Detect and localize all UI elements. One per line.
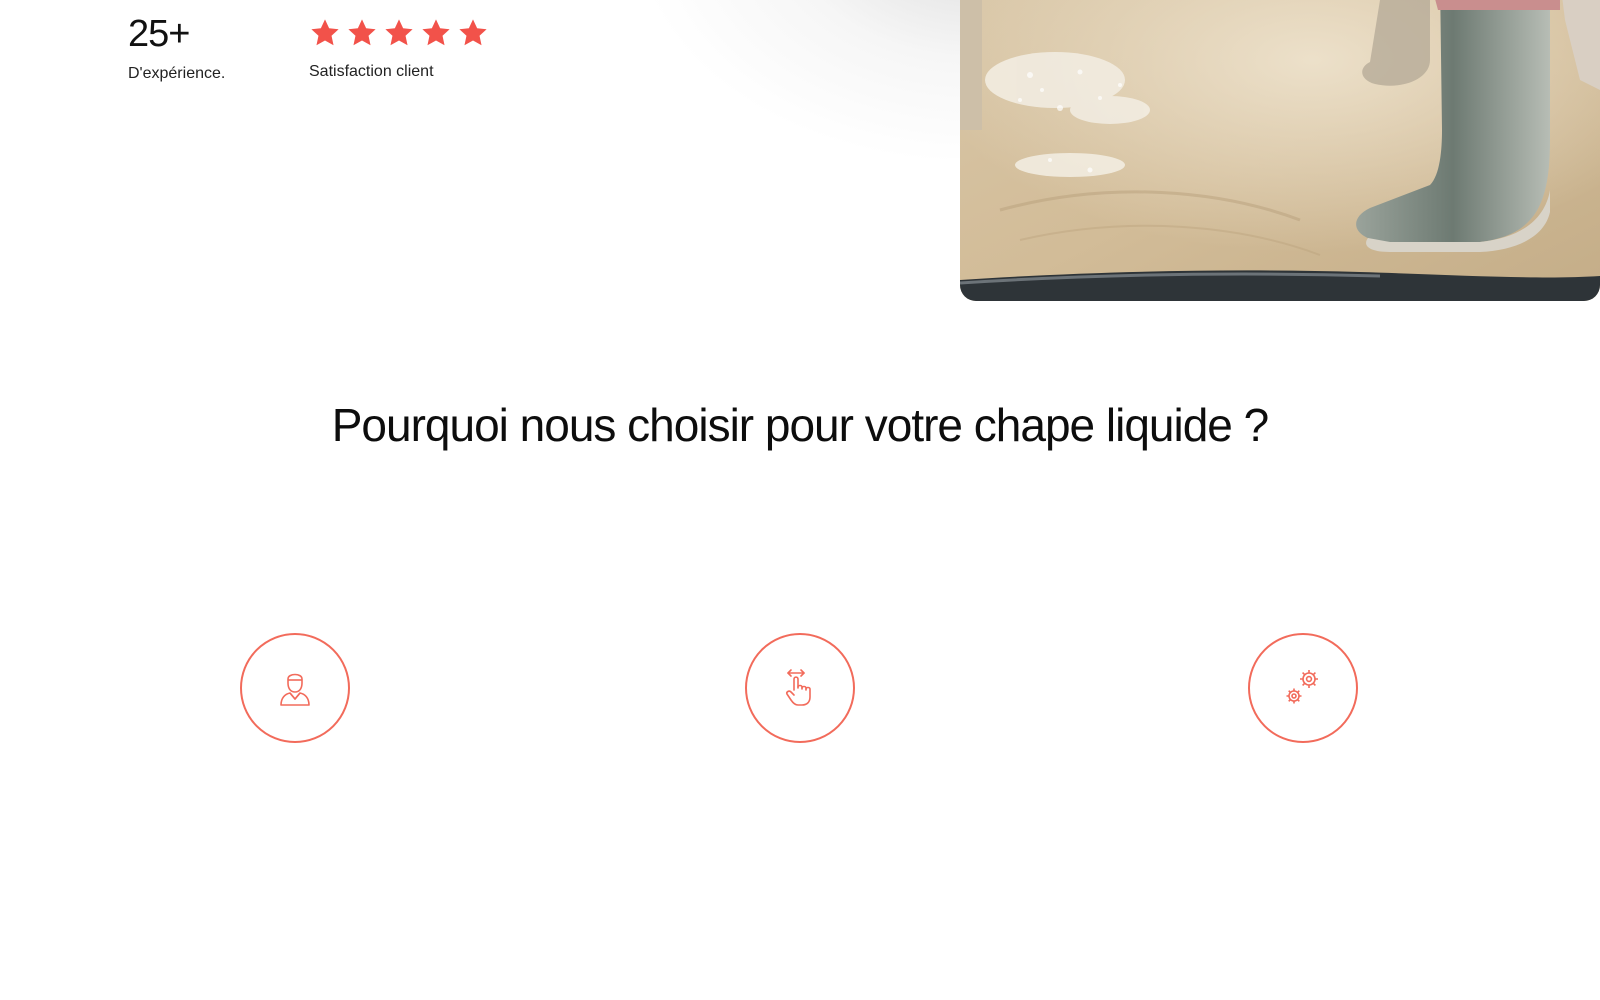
star-icon [346,17,378,49]
star-icon [457,17,489,49]
feature-touch [745,633,855,743]
worker-icon [280,673,310,706]
touch-gesture-icon [786,669,811,706]
page: 25+ D'expérience. Satisfaction client Po… [0,0,1600,1000]
star-icon [420,17,452,49]
hero-photo [960,0,1600,301]
section-title: Pourquoi nous choisir pour votre chape l… [331,399,1270,451]
feature-worker [240,633,350,743]
gears-icon [1286,670,1318,704]
stat-experience: 25+ D'expérience. [128,12,225,84]
stat-experience-label: D'expérience. [128,65,226,82]
star-icon [383,17,415,49]
stat-satisfaction-label: Satisfaction client [309,63,434,80]
stat-experience-value: 25+ [128,13,190,55]
stat-satisfaction: Satisfaction client [309,16,489,82]
star-icon [309,17,341,49]
feature-gears [1248,633,1358,743]
worker-boots-liquid-screed-photo [960,0,1600,301]
star-rating [309,16,489,50]
